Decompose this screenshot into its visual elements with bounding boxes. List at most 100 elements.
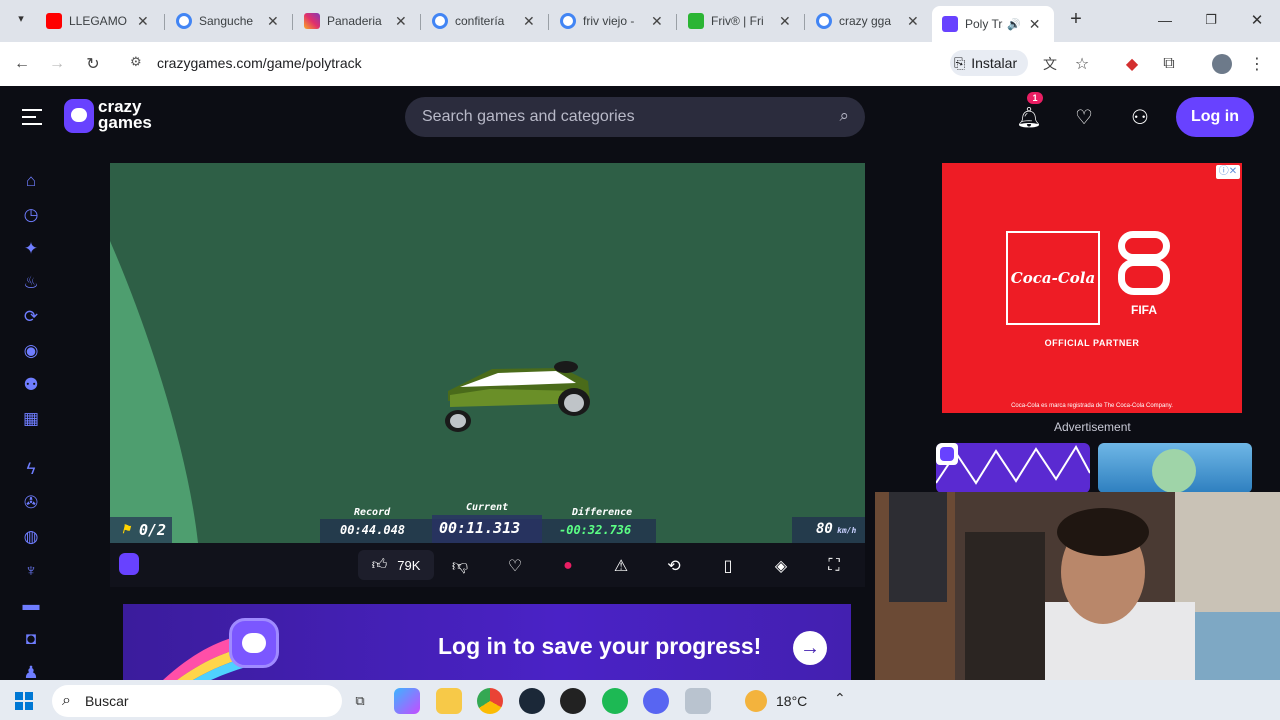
beauty-icon[interactable]: ♆	[20, 560, 42, 582]
site-logo[interactable]: crazy games	[64, 98, 168, 135]
search-input[interactable]: Search games and categories ⌕	[405, 97, 865, 137]
close-icon[interactable]: ✕	[267, 13, 279, 30]
notification-bell-icon[interactable]: 🔔︎	[1016, 105, 1041, 129]
multiplayer-icon[interactable]: ⚉	[20, 374, 42, 396]
checkpoint-count: 0/2	[139, 521, 167, 539]
recent-clock-icon[interactable]: ◷	[20, 204, 42, 226]
weather-icon[interactable]	[745, 690, 767, 712]
friends-icon[interactable]: ⚇	[1128, 105, 1152, 129]
task-view-icon[interactable]: ⧉	[347, 688, 373, 714]
tab-polytrack[interactable]: Poly Tra 🔊 ✕	[932, 6, 1054, 42]
chrome-icon[interactable]	[477, 688, 503, 714]
thumbs-down-icon[interactable]: 👎︎	[448, 555, 472, 577]
tab-llegamo[interactable]: LLEGAMO ✕	[46, 8, 158, 34]
home-icon[interactable]: ⌂	[20, 170, 42, 192]
restore-button[interactable]: ❐	[1202, 12, 1220, 30]
forward-icon[interactable]: →	[46, 53, 68, 75]
close-icon[interactable]: ✕	[779, 13, 791, 30]
crazygames-small-logo[interactable]	[119, 553, 139, 575]
extension-red-icon[interactable]: ◆	[1121, 53, 1143, 75]
close-icon[interactable]: ✕	[1029, 16, 1041, 33]
close-icon[interactable]: ✕	[651, 13, 663, 30]
obs-icon[interactable]	[560, 688, 586, 714]
speed-unit: km/h	[837, 526, 857, 535]
advertisement[interactable]: ⓘ✕ Coca-Cola FIFA OFFICIAL PARTNER Coca-…	[942, 163, 1242, 413]
tray-chevron-icon[interactable]: ⌃	[834, 690, 846, 707]
logo-icon	[64, 99, 94, 133]
clicker-icon[interactable]: ◘	[20, 628, 42, 650]
install-icon: ⎘	[954, 54, 966, 71]
updated-icon[interactable]: ⟳	[20, 306, 42, 328]
extensions-puzzle-icon[interactable]: ⧉	[1158, 53, 1180, 75]
search-icon[interactable]: ⌕	[839, 106, 849, 126]
back-icon[interactable]: ←	[11, 53, 33, 75]
login-banner[interactable]: Log in to save your progress! →	[123, 604, 851, 680]
favorite-heart-icon[interactable]: ♡	[503, 555, 527, 577]
favorites-heart-icon[interactable]: ♡	[1072, 105, 1096, 129]
bookmark-star-icon[interactable]: ☆	[1071, 53, 1093, 75]
ad-info-icon[interactable]: ⓘ✕	[1216, 165, 1240, 179]
embed-icon[interactable]: ⟲	[662, 555, 686, 577]
file-explorer-icon[interactable]	[436, 688, 462, 714]
steam-icon[interactable]	[519, 688, 545, 714]
close-icon[interactable]: ✕	[137, 13, 149, 30]
reload-icon[interactable]: ↻	[82, 53, 104, 75]
close-icon[interactable]: ✕	[523, 13, 535, 30]
tab-friv-viejo[interactable]: friv viejo - ✕	[560, 8, 672, 34]
like-button[interactable]: 👍︎ 79K	[358, 550, 434, 580]
new-tab-button[interactable]: +	[1066, 8, 1086, 32]
new-sparkle-icon[interactable]: ✦	[20, 238, 42, 260]
speed-value: 80	[816, 521, 833, 537]
taskbar-search[interactable]: ⌕ Buscar	[52, 685, 342, 717]
adventure-compass-icon[interactable]: ✇	[20, 492, 42, 514]
translate-icon[interactable]: 文	[1039, 53, 1061, 75]
trending-flame-icon[interactable]: ♨	[20, 272, 42, 294]
checkpoint-flag-icon: ⚑	[122, 522, 130, 537]
profile-avatar[interactable]	[1212, 54, 1232, 74]
close-icon[interactable]: ✕	[395, 13, 407, 30]
thumbs-up-icon: 👍︎	[371, 556, 388, 573]
originals-badge-icon	[936, 443, 958, 465]
tab-sanguche[interactable]: Sanguche ✕	[176, 8, 288, 34]
browser-menu-icon[interactable]: ⋮	[1246, 53, 1268, 75]
install-button[interactable]: ⎘ Instalar	[950, 50, 1028, 76]
current-time: 00:11.313	[439, 519, 521, 537]
address-bar[interactable]: ⚙ crazygames.com/game/polytrack	[120, 48, 946, 78]
copilot-icon[interactable]	[394, 688, 420, 714]
mobile-icon[interactable]: ▯	[716, 555, 740, 577]
tab-panaderia[interactable]: Panaderia ✕	[304, 8, 416, 34]
crazygames-icon	[942, 16, 958, 32]
app-window-icon[interactable]	[685, 688, 711, 714]
windows-start-icon[interactable]	[15, 692, 33, 710]
arrow-right-icon[interactable]: →	[793, 631, 827, 665]
theater-mode-icon[interactable]: ◈	[769, 555, 793, 577]
login-button[interactable]: Log in	[1176, 97, 1254, 137]
difference-time: -00:32.736	[559, 523, 632, 537]
game-thumbnail[interactable]	[1098, 443, 1252, 493]
tab-confiteria[interactable]: confitería ✕	[432, 8, 544, 34]
report-icon[interactable]: ⚠	[609, 555, 633, 577]
weather-temp[interactable]: 18°C	[776, 693, 807, 709]
minimize-button[interactable]: —	[1156, 12, 1174, 30]
fifa-trophy-logo: FIFA	[1112, 231, 1176, 325]
action-bolt-icon[interactable]: ϟ	[20, 458, 42, 480]
site-info-icon[interactable]: ⚙	[130, 54, 142, 70]
spotify-icon[interactable]	[602, 688, 628, 714]
tab-search-button[interactable]: ▾	[12, 12, 30, 30]
menu-icon[interactable]	[22, 107, 42, 127]
originals-icon[interactable]: ◉	[20, 340, 42, 362]
reaction-icon[interactable]: ●	[556, 555, 580, 577]
fullscreen-icon[interactable]: ⛶	[822, 555, 846, 577]
url-text[interactable]: crazygames.com/game/polytrack	[157, 55, 362, 71]
close-icon[interactable]: ✕	[907, 13, 919, 30]
window-close-button[interactable]: ✕	[1248, 11, 1266, 29]
tab-friv[interactable]: Friv® | Fri ✕	[688, 8, 800, 34]
discord-icon[interactable]	[643, 688, 669, 714]
game-canvas[interactable]: ⚑ 0/2 Record 00:44.048 Current 00:11.313…	[110, 163, 865, 543]
car-icon[interactable]: ▬	[20, 594, 42, 616]
speaker-icon[interactable]: 🔊	[1007, 18, 1021, 31]
game-thumbnail[interactable]	[936, 443, 1090, 493]
basketball-icon[interactable]: ◍	[20, 526, 42, 548]
two-player-icon[interactable]: ▦	[20, 408, 42, 430]
tab-crazy-gga[interactable]: crazy gga ✕	[816, 8, 928, 34]
